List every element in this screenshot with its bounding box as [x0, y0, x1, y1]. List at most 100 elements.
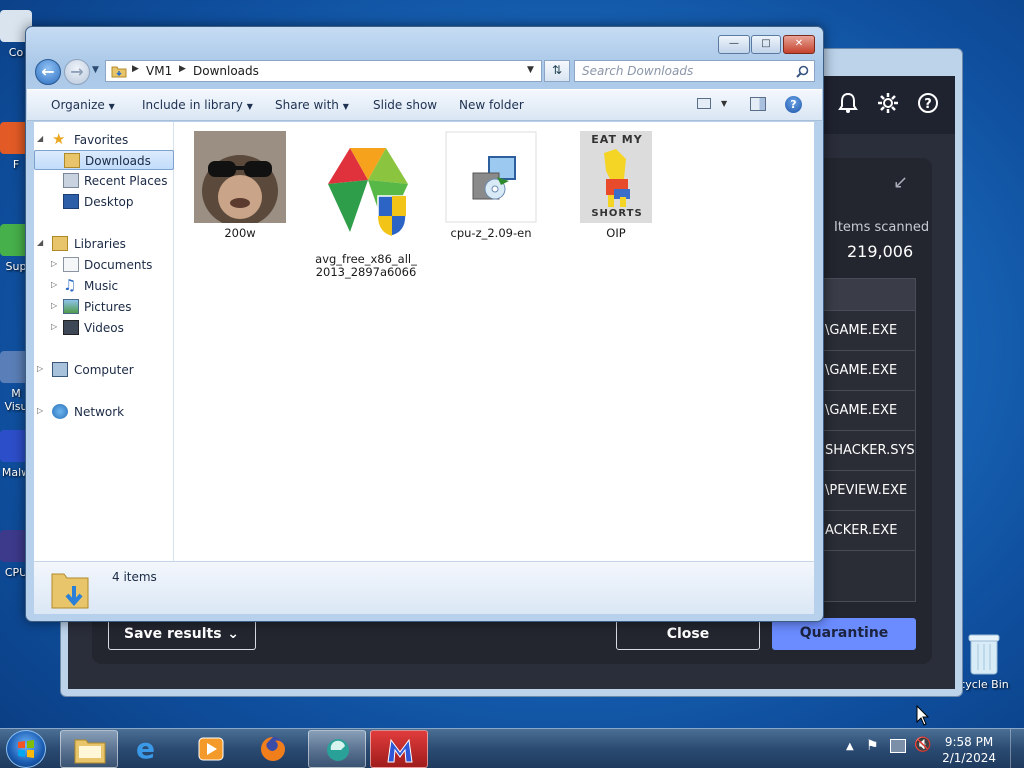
collapse-arrow-icon[interactable]: ▷ — [51, 301, 57, 310]
navigation-pane: ◢ ★ Favorites Downloads Recent Places De… — [34, 122, 174, 561]
nav-pictures[interactable]: ▷ Pictures — [34, 297, 174, 317]
libraries-icon — [52, 236, 68, 251]
table-row[interactable]: \GAME.EXE — [816, 311, 915, 351]
nav-computer[interactable]: ▷ Computer — [34, 360, 174, 380]
explorer-window: — □ ✕ ← → ▼ ▶ VM1 ▶ Downloads ▼ ⇅ Search… — [25, 26, 824, 622]
gear-icon[interactable] — [875, 92, 901, 119]
command-bar: Organize ▼ Include in library ▼ Share wi… — [27, 89, 822, 121]
new-folder-button[interactable]: New folder — [459, 98, 524, 112]
thumbnail-caption-top: EAT MY — [591, 133, 643, 146]
media-player-icon — [198, 737, 224, 761]
maximize-button[interactable]: □ — [751, 35, 781, 54]
file-name: avg_free_x86_all_ 2013_2897a6066 — [315, 252, 417, 279]
breadcrumb-separator-icon: ▶ — [132, 64, 139, 74]
view-dropdown-icon[interactable]: ▼ — [721, 99, 727, 108]
help-icon[interactable]: ? — [785, 96, 802, 113]
breadcrumb-downloads[interactable]: Downloads — [193, 64, 259, 78]
file-item[interactable]: 200w — [185, 131, 295, 240]
nav-network[interactable]: ▷ Network — [34, 402, 174, 422]
bell-icon[interactable] — [835, 92, 861, 119]
internet-explorer-icon: e — [136, 732, 155, 765]
dropdown-arrow-icon: ▼ — [108, 102, 115, 111]
file-item[interactable]: cpu-z_2.09-en — [436, 131, 546, 240]
table-row[interactable]: ACKER.EXE — [816, 511, 915, 551]
file-item[interactable]: avg_free_x86_all_ 2013_2897a6066 — [311, 131, 421, 279]
taskbar-firefox-button[interactable] — [245, 730, 303, 768]
videos-icon — [63, 320, 79, 335]
minimize-button[interactable]: — — [718, 35, 750, 54]
downloads-folder-icon — [64, 153, 80, 168]
action-center-flag-icon[interactable]: ⚑ — [866, 738, 879, 754]
back-button[interactable]: ← — [35, 59, 61, 85]
address-bar[interactable]: ▶ VM1 ▶ Downloads ▼ — [105, 60, 542, 82]
network-tray-icon[interactable] — [890, 739, 906, 753]
pictures-icon — [63, 299, 79, 314]
system-clock[interactable]: 9:58 PM 2/1/2024 — [942, 734, 996, 766]
expand-arrow-icon[interactable]: ◢ — [37, 238, 43, 247]
nav-downloads[interactable]: Downloads — [34, 150, 174, 170]
collapse-arrow-icon[interactable]: ▷ — [51, 280, 57, 289]
taskbar-media-player-button[interactable] — [182, 730, 240, 768]
items-scanned-label: Items scanned — [834, 220, 930, 235]
installer-icon — [445, 131, 537, 223]
firefox-icon — [261, 737, 285, 761]
collapse-icon[interactable]: ↙ — [893, 172, 908, 193]
help-icon[interactable]: ? — [915, 92, 941, 119]
dropdown-arrow-icon: ▼ — [342, 102, 349, 111]
address-dropdown-icon[interactable]: ▼ — [527, 65, 534, 75]
forward-button[interactable]: → — [64, 59, 90, 85]
collapse-arrow-icon[interactable]: ▷ — [51, 259, 57, 268]
search-input[interactable]: Search Downloads — [574, 60, 815, 82]
folder-icon — [74, 739, 106, 764]
threat-table: \GAME.EXE \GAME.EXE \GAME.EXE SHACKER.SY… — [815, 278, 916, 602]
breadcrumb-vm1[interactable]: VM1 — [146, 64, 172, 78]
taskbar-app-button[interactable] — [308, 730, 366, 768]
show-desktop-button[interactable] — [1010, 729, 1024, 768]
folder-icon — [111, 66, 127, 78]
save-results-button[interactable]: Save results ⌄ — [108, 618, 256, 650]
recycle-bin-icon — [968, 634, 1000, 675]
nav-favorites[interactable]: ◢ ★ Favorites — [34, 130, 174, 150]
nav-desktop[interactable]: Desktop — [34, 192, 174, 212]
details-pane: 4 items — [34, 561, 814, 614]
taskbar-ie-button[interactable]: e — [122, 730, 180, 768]
close-button[interactable]: Close — [616, 618, 760, 650]
close-window-button[interactable]: ✕ — [783, 35, 815, 54]
nav-videos[interactable]: ▷ Videos — [34, 318, 174, 338]
file-name: OIP — [606, 226, 626, 240]
file-item[interactable]: EAT MY SHORTS OIP — [561, 131, 671, 240]
share-with-menu[interactable]: Share with ▼ — [275, 98, 349, 112]
view-icon[interactable] — [697, 98, 711, 109]
star-icon: ★ — [52, 130, 66, 148]
collapse-arrow-icon[interactable]: ▷ — [37, 364, 43, 373]
include-in-library-menu[interactable]: Include in library ▼ — [142, 98, 253, 112]
volume-muted-icon[interactable]: 🔇 — [914, 737, 931, 753]
collapse-arrow-icon[interactable]: ▷ — [37, 406, 43, 415]
chevron-down-icon: ⌄ — [227, 626, 239, 642]
items-scanned-value: 219,006 — [847, 242, 914, 261]
recent-pages-chevron-icon[interactable]: ▼ — [92, 65, 99, 75]
nav-documents[interactable]: ▷ Documents — [34, 255, 174, 275]
collapse-arrow-icon[interactable]: ▷ — [51, 322, 57, 331]
nav-music[interactable]: ▷ ♫ Music — [34, 276, 174, 296]
table-row[interactable]: \GAME.EXE — [816, 391, 915, 431]
taskbar-malwarebytes-button[interactable] — [370, 730, 428, 768]
organize-menu[interactable]: Organize ▼ — [51, 98, 115, 112]
search-icon[interactable] — [796, 65, 809, 78]
file-name: 200w — [224, 226, 256, 240]
taskbar-explorer-button[interactable] — [60, 730, 118, 768]
documents-icon — [63, 257, 79, 272]
table-row[interactable]: SHACKER.SYS — [816, 431, 915, 471]
refresh-button[interactable]: ⇅ — [544, 60, 570, 82]
preview-pane-icon[interactable] — [750, 97, 766, 111]
svg-text:?: ? — [924, 97, 932, 112]
start-button[interactable] — [6, 730, 46, 768]
table-row[interactable]: \GAME.EXE — [816, 351, 915, 391]
expand-arrow-icon[interactable]: ◢ — [37, 134, 43, 143]
show-hidden-icons-icon[interactable]: ▲ — [846, 741, 854, 752]
nav-libraries[interactable]: ◢ Libraries — [34, 234, 174, 254]
table-row[interactable]: \PEVIEW.EXE — [816, 471, 915, 511]
nav-recent-places[interactable]: Recent Places — [34, 171, 174, 191]
slide-show-button[interactable]: Slide show — [373, 98, 437, 112]
quarantine-button[interactable]: Quarantine — [772, 618, 916, 650]
